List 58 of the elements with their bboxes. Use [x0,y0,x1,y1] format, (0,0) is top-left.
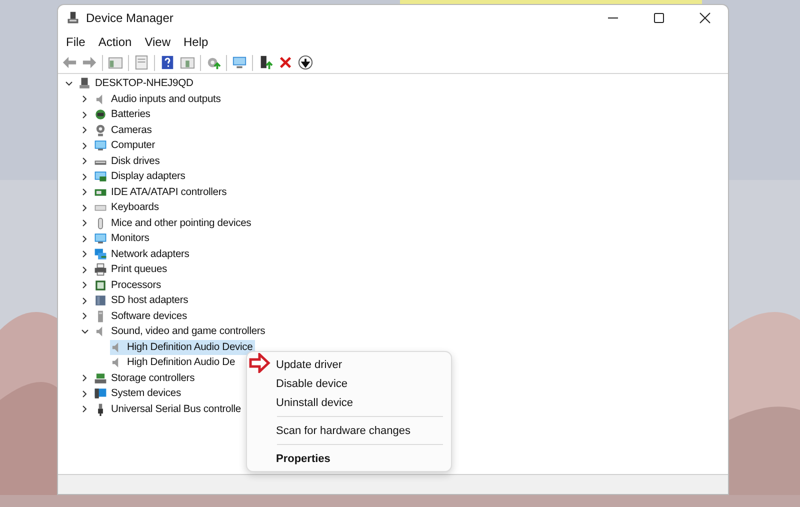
menu-item[interactable]: Disable device [273,374,447,393]
tree-item[interactable]: System devices [94,386,184,402]
tree-item[interactable]: High Definition Audio Device [110,340,255,355]
close-icon [699,12,711,24]
tree-item[interactable]: Mice and other pointing devices [94,216,254,231]
tree-item[interactable]: High Definition Audio De [110,355,238,370]
menu-bar-item[interactable]: View [140,32,178,50]
update-driver-icon[interactable] [258,55,273,70]
tree-item[interactable]: Universal Serial Bus controlle [94,402,243,417]
tree-item[interactable]: SD host adapters [94,293,190,308]
storage-icon [94,372,107,385]
menu-bar-item[interactable]: Help [180,32,216,50]
tree-item[interactable]: IDE ATA/ATAPI controllers [94,184,229,200]
tree-item[interactable]: Storage controllers [94,370,197,386]
tree-item[interactable]: Audio inputs and outputs [94,92,223,107]
download-icon[interactable] [298,55,313,70]
tree-item[interactable]: Cameras [94,122,154,138]
display-adapter-icon [94,170,107,184]
computer-icon [78,77,91,90]
tree-item[interactable]: Keyboards [94,200,161,216]
monitor-icon[interactable] [232,55,247,70]
window-title: Device Manager [86,11,174,25]
menu-item[interactable]: Properties [273,449,447,468]
menu-item[interactable]: Uninstall device [273,393,447,412]
action-pane-icon[interactable] [180,55,195,70]
monitor-icon [94,232,107,246]
menu-item[interactable]: Scan for hardware changes [273,421,447,440]
tree-item[interactable]: Computer [94,138,158,154]
scan-icon[interactable] [206,55,221,70]
tree-item[interactable]: Print queues [94,262,170,278]
menu-bar-item[interactable]: File [62,32,92,50]
printer-icon [94,263,107,276]
card-reader-icon [94,294,107,308]
device-manager-icon [66,11,80,25]
delete-icon[interactable] [278,55,293,70]
network-icon [94,248,107,261]
tree-item[interactable]: Monitors [94,231,152,246]
maximize-icon [653,12,665,24]
back-arrow-icon[interactable] [62,55,77,70]
tree-item[interactable]: Batteries [94,107,152,122]
webcam-icon [94,124,107,137]
tree-item[interactable]: Network adapters [94,246,192,262]
properties-icon[interactable] [134,55,149,70]
system-icon [94,387,107,400]
monitor-icon [94,139,107,152]
help-icon[interactable] [160,55,175,70]
menu-bar-item[interactable]: Action [94,32,139,50]
forward-arrow-icon[interactable] [82,55,97,70]
battery-icon [94,108,107,122]
tree-item[interactable]: Sound, video and game controllers [94,324,268,340]
menu-item[interactable]: Update driver [273,355,447,374]
processor-icon [94,278,107,292]
console-tree-icon[interactable] [108,55,123,70]
tree-item[interactable]: Processors [94,278,163,293]
tree-item[interactable]: DESKTOP-NHEJ9QD [78,76,196,92]
tree-item[interactable]: Display adapters [94,169,188,184]
tree-item[interactable]: Software devices [94,308,190,324]
tree-item[interactable]: Disk drives [94,154,162,169]
